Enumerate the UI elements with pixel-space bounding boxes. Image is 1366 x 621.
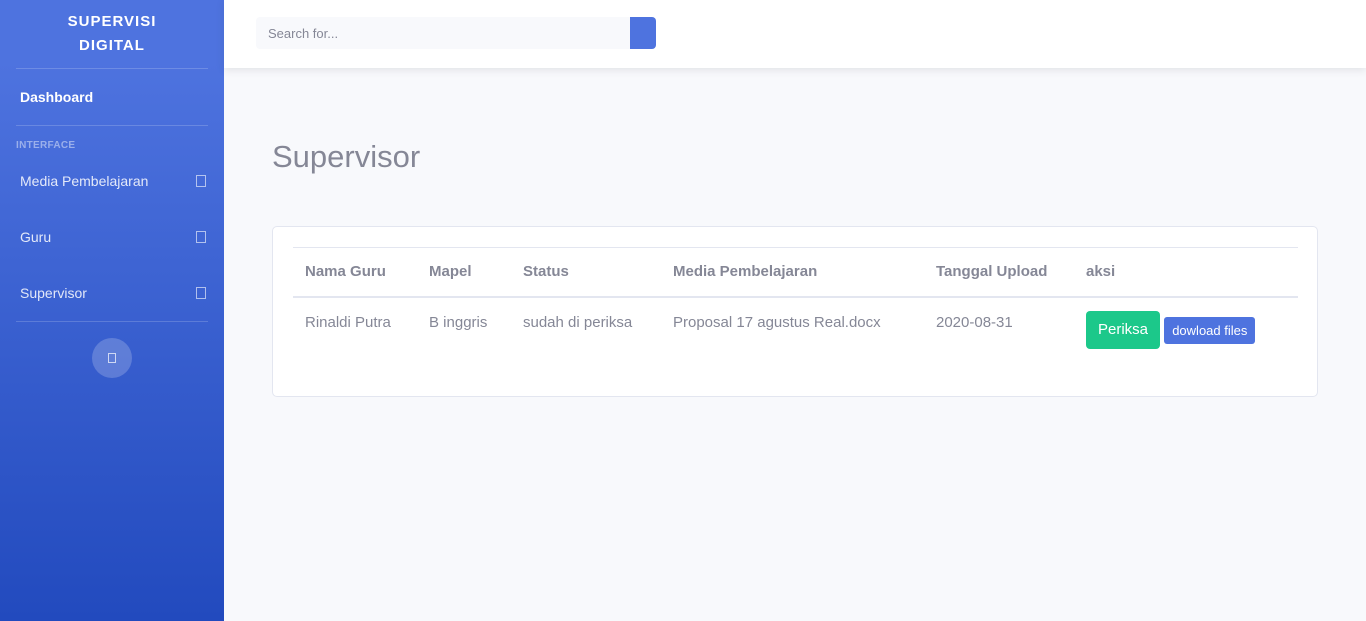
sidebar-item-label: Supervisor	[20, 285, 87, 301]
sidebar-item-media-pembelajaran[interactable]: Media Pembelajaran	[0, 153, 224, 209]
table-card: Nama Guru Mapel Status Media Pembelajara…	[272, 226, 1318, 397]
chevron-icon	[196, 231, 206, 243]
col-header-tanggal: Tanggal Upload	[936, 263, 1048, 281]
col-header-status: Status	[523, 263, 569, 281]
cell-nama-guru: Rinaldi Putra	[305, 313, 391, 331]
brand-line-2: DIGITAL	[79, 37, 145, 54]
search-button[interactable]	[630, 17, 656, 49]
sidebar-toggle-button[interactable]	[92, 338, 132, 378]
supervisor-table: Nama Guru Mapel Status Media Pembelajara…	[293, 247, 1298, 359]
download-files-button[interactable]: dowload files	[1164, 316, 1256, 344]
chevron-icon	[196, 287, 206, 299]
cell-status: sudah di periksa	[523, 313, 633, 331]
sidebar-item-guru[interactable]: Guru	[0, 209, 224, 265]
chevron-icon	[196, 175, 206, 187]
cell-tanggal: 2020-08-31	[936, 313, 1013, 331]
col-header-media: Media Pembelajaran	[673, 263, 818, 281]
cell-media: Proposal 17 agustus Real.docx	[673, 313, 881, 331]
chevron-left-icon	[108, 353, 116, 363]
sidebar-item-label: Dashboard	[20, 89, 94, 105]
sidebar-toggle-wrap	[0, 322, 224, 378]
periksa-button[interactable]: Periksa	[1086, 310, 1161, 349]
page-title: Supervisor	[272, 139, 421, 174]
col-header-nama-guru: Nama Guru	[305, 263, 386, 281]
sidebar-item-label: Media Pembelajaran	[20, 173, 149, 189]
topbar	[224, 0, 1366, 68]
sidebar: SUPERVISI DIGITAL Dashboard INTERFACE Me…	[0, 0, 224, 621]
col-header-mapel: Mapel	[429, 263, 472, 281]
table-row: Rinaldi Putra B inggris sudah di periksa…	[293, 297, 1298, 359]
search-form	[256, 17, 656, 49]
brand-line-1: SUPERVISI	[67, 13, 157, 30]
sidebar-item-label: Guru	[20, 229, 52, 245]
cell-aksi: Periksa dowload files	[1074, 297, 1298, 359]
cell-mapel: B inggris	[429, 313, 488, 331]
search-input[interactable]	[256, 17, 630, 49]
brand-logo[interactable]: SUPERVISI DIGITAL	[0, 0, 224, 68]
table-header-row: Nama Guru Mapel Status Media Pembelajara…	[293, 247, 1298, 297]
sidebar-item-dashboard[interactable]: Dashboard	[0, 69, 224, 125]
sidebar-heading: INTERFACE	[16, 140, 76, 151]
sidebar-item-supervisor[interactable]: Supervisor	[0, 265, 224, 321]
col-header-aksi: aksi	[1086, 263, 1116, 281]
